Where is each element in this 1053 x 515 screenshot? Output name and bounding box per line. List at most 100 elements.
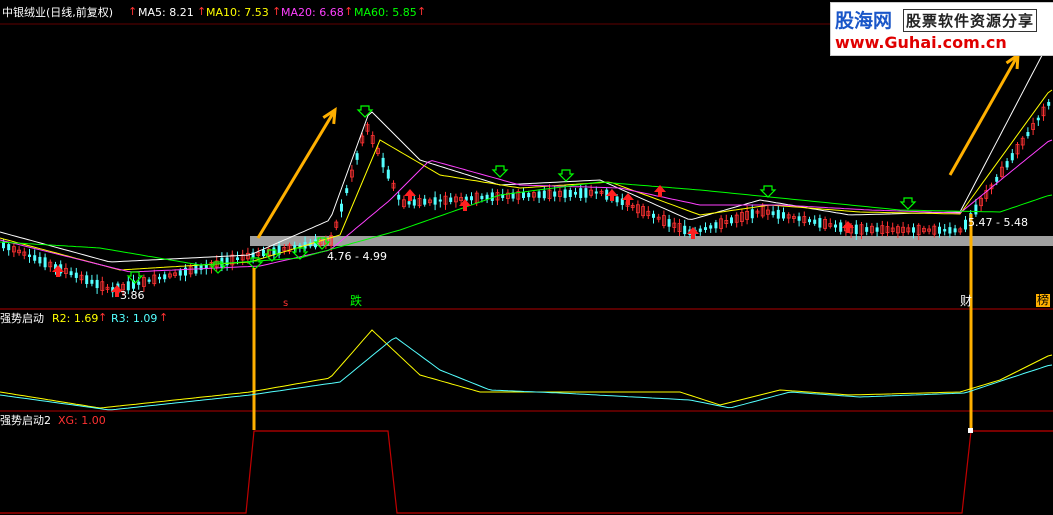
event-marker-s[interactable]: s (283, 297, 288, 310)
event-marker-die[interactable]: 跌 (350, 295, 362, 308)
support-band (250, 236, 1053, 246)
up-arrow-icon: ↑ (417, 5, 427, 18)
candle-body (964, 219, 967, 230)
ma10-legend: MA10: 7.53 (206, 6, 269, 19)
trend-arrow (256, 109, 337, 239)
candle-body (90, 279, 94, 284)
candle-body (480, 195, 484, 200)
candle-body (527, 192, 531, 198)
candle-body (74, 272, 78, 278)
watermark-url: www.Guhai.com.cn (835, 33, 1007, 52)
candle-body (875, 227, 879, 232)
candle-body (1047, 101, 1051, 106)
candle-body (1026, 132, 1030, 137)
up-arrow-icon: ↑ (197, 5, 207, 18)
candle-body (433, 197, 437, 205)
candle-body (158, 276, 161, 280)
candle-body (698, 228, 702, 232)
candle-body (178, 270, 182, 276)
candle-body (184, 267, 187, 276)
up-arrow-icon: ↑ (344, 5, 354, 18)
r3-line (0, 337, 1053, 411)
candle-body (69, 271, 73, 276)
up-arrow-icon: ↑ (159, 311, 169, 324)
candle-body (272, 247, 276, 255)
candle-body (943, 229, 947, 232)
chart-title: 中银绒业(日线,前复权) (2, 6, 114, 19)
candle-body (834, 224, 837, 228)
candle-body (574, 191, 577, 195)
candle-body (43, 257, 47, 268)
candle-body (236, 257, 239, 260)
down-arrow-icon (557, 169, 575, 182)
candle-body (262, 249, 265, 257)
candle-body (995, 176, 999, 182)
event-marker-bang[interactable]: 榜 (1036, 294, 1051, 307)
ma20-line (0, 139, 1053, 273)
ma60-line (0, 181, 1053, 266)
r2-legend: R2: 1.69 (52, 312, 99, 325)
down-arrow-icon (356, 105, 374, 118)
candle-body (750, 209, 754, 219)
down-arrow-icon (491, 165, 509, 178)
candle-body (449, 197, 453, 203)
candle-body (490, 192, 494, 201)
candle-body (771, 211, 775, 216)
candle-body (423, 198, 427, 205)
up-arrow-icon: ↑ (128, 5, 138, 18)
stock-chart[interactable] (0, 0, 1053, 515)
candle-body (953, 228, 957, 233)
candle-body (813, 219, 817, 224)
trend-arrow (948, 54, 1020, 176)
candle-body (412, 199, 416, 206)
candle-body (397, 194, 401, 200)
watermark-tagline: 股票软件资源分享 (903, 9, 1038, 32)
candle-body (797, 216, 801, 221)
watermark: 股海网 股票软件资源分享 www.Guhai.com.cn (830, 2, 1053, 56)
down-arrow-icon (759, 185, 777, 198)
candle-body (85, 275, 89, 285)
candle-body (1036, 117, 1040, 121)
candle-body (683, 225, 687, 235)
candle-body (865, 227, 869, 232)
candle-body (147, 279, 151, 282)
candle-body (340, 203, 343, 212)
candle-body (615, 196, 619, 203)
panel3-title: 强势启动2 (0, 414, 51, 427)
down-arrow-icon (899, 197, 917, 210)
candle-body (1010, 153, 1014, 161)
candle-body (95, 279, 99, 289)
candle-body (33, 255, 37, 261)
candle-body (652, 213, 655, 218)
watermark-brand: 股海网 (835, 10, 893, 32)
candle-body (730, 217, 733, 224)
candle-body (938, 226, 941, 234)
candle-body (1005, 161, 1009, 168)
candle-body (470, 196, 473, 201)
candle-body (137, 281, 141, 285)
candle-body (381, 157, 385, 168)
candle-body (948, 227, 952, 234)
candle-body (584, 188, 588, 198)
candle-body (579, 188, 583, 199)
candle-body (7, 244, 11, 251)
candle-body (438, 199, 442, 202)
xg-legend: XG: 1.00 (58, 414, 106, 427)
candle-body (163, 274, 167, 280)
ma20-legend: MA20: 6.68 (281, 6, 344, 19)
candle-body (704, 227, 707, 230)
r3-legend: R3: 1.09 (111, 312, 158, 325)
range-label-2: 5.47 - 5.48 (968, 216, 1028, 229)
candle-body (28, 254, 31, 257)
r2-line (0, 329, 1053, 409)
candle-body (782, 212, 785, 219)
candle-body (974, 204, 978, 215)
up-arrow-icon: ↑ (98, 311, 108, 324)
event-marker-cai[interactable]: 财 (960, 295, 972, 308)
candle-body (386, 169, 390, 179)
candle-body (594, 191, 598, 194)
xg-line (0, 430, 1053, 514)
candle-body (808, 219, 811, 223)
ma5-legend: MA5: 8.21 (138, 6, 194, 19)
candle-body (355, 153, 359, 160)
